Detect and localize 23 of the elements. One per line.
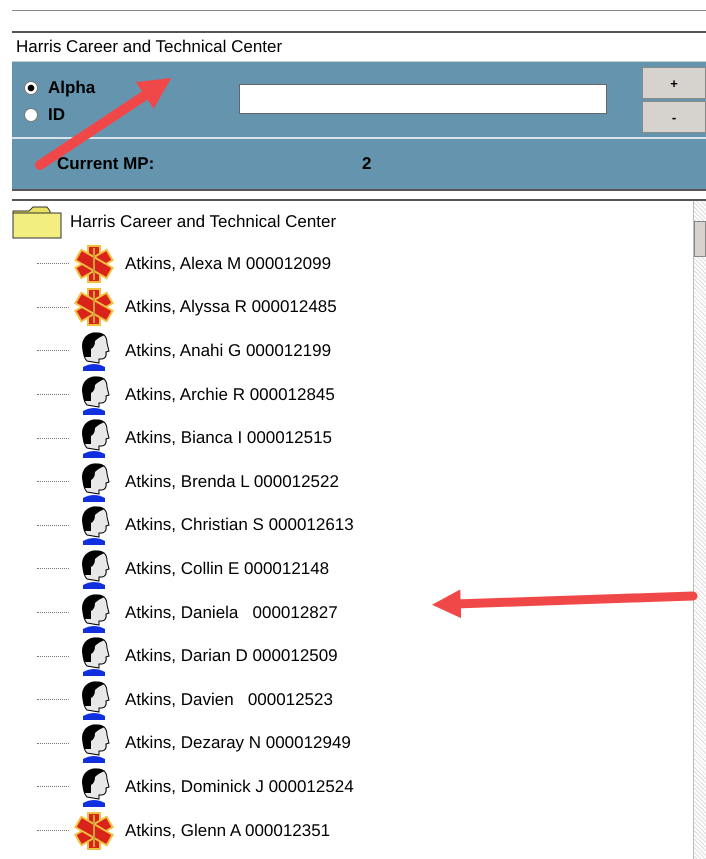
tree-item[interactable]: Atkins, Daniela 000012827 [12, 590, 693, 634]
tree-item[interactable]: Atkins, Glenn A 000012351 [12, 808, 693, 852]
tree-item[interactable]: Atkins, Bianca I 000012515 [12, 416, 693, 460]
current-mp-label: Current MP: [57, 154, 156, 174]
tree-item[interactable]: Atkins, Brenda L 000012522 [12, 460, 693, 504]
tree-item[interactable]: Atkins, Alexa M 000012099 [12, 242, 693, 286]
tree-item[interactable]: Harris Career and Technical Center [12, 202, 693, 242]
tree-item[interactable]: Atkins, Archie R 000012845 [12, 372, 693, 416]
step-button[interactable]: - [642, 101, 706, 133]
tree-item[interactable]: Atkins, Dezaray N 000012949 [12, 722, 693, 766]
radio-option[interactable]: ID [24, 101, 239, 128]
tree-item[interactable]: Atkins, Christian S 000012613 [12, 504, 693, 548]
step-button[interactable]: + [642, 67, 706, 99]
tree-item[interactable]: Atkins, Alyssa R 000012485 [12, 286, 693, 330]
tree-item[interactable]: Atkins, Davien 000012523 [12, 678, 693, 722]
tree-item[interactable]: Atkins, Anahi G 000012199 [12, 329, 693, 373]
tree-item[interactable]: Atkins, Collin E 000012148 [12, 547, 693, 591]
tree-item[interactable]: Atkins, Dominick J 000012524 [12, 765, 693, 809]
radio-option[interactable]: Alpha [24, 74, 239, 101]
scrollbar[interactable] [693, 201, 706, 859]
current-mp-value: 2 [362, 154, 372, 174]
search-field[interactable] [239, 84, 607, 114]
tree-item[interactable]: Atkins, Darian D 000012509 [12, 634, 693, 678]
